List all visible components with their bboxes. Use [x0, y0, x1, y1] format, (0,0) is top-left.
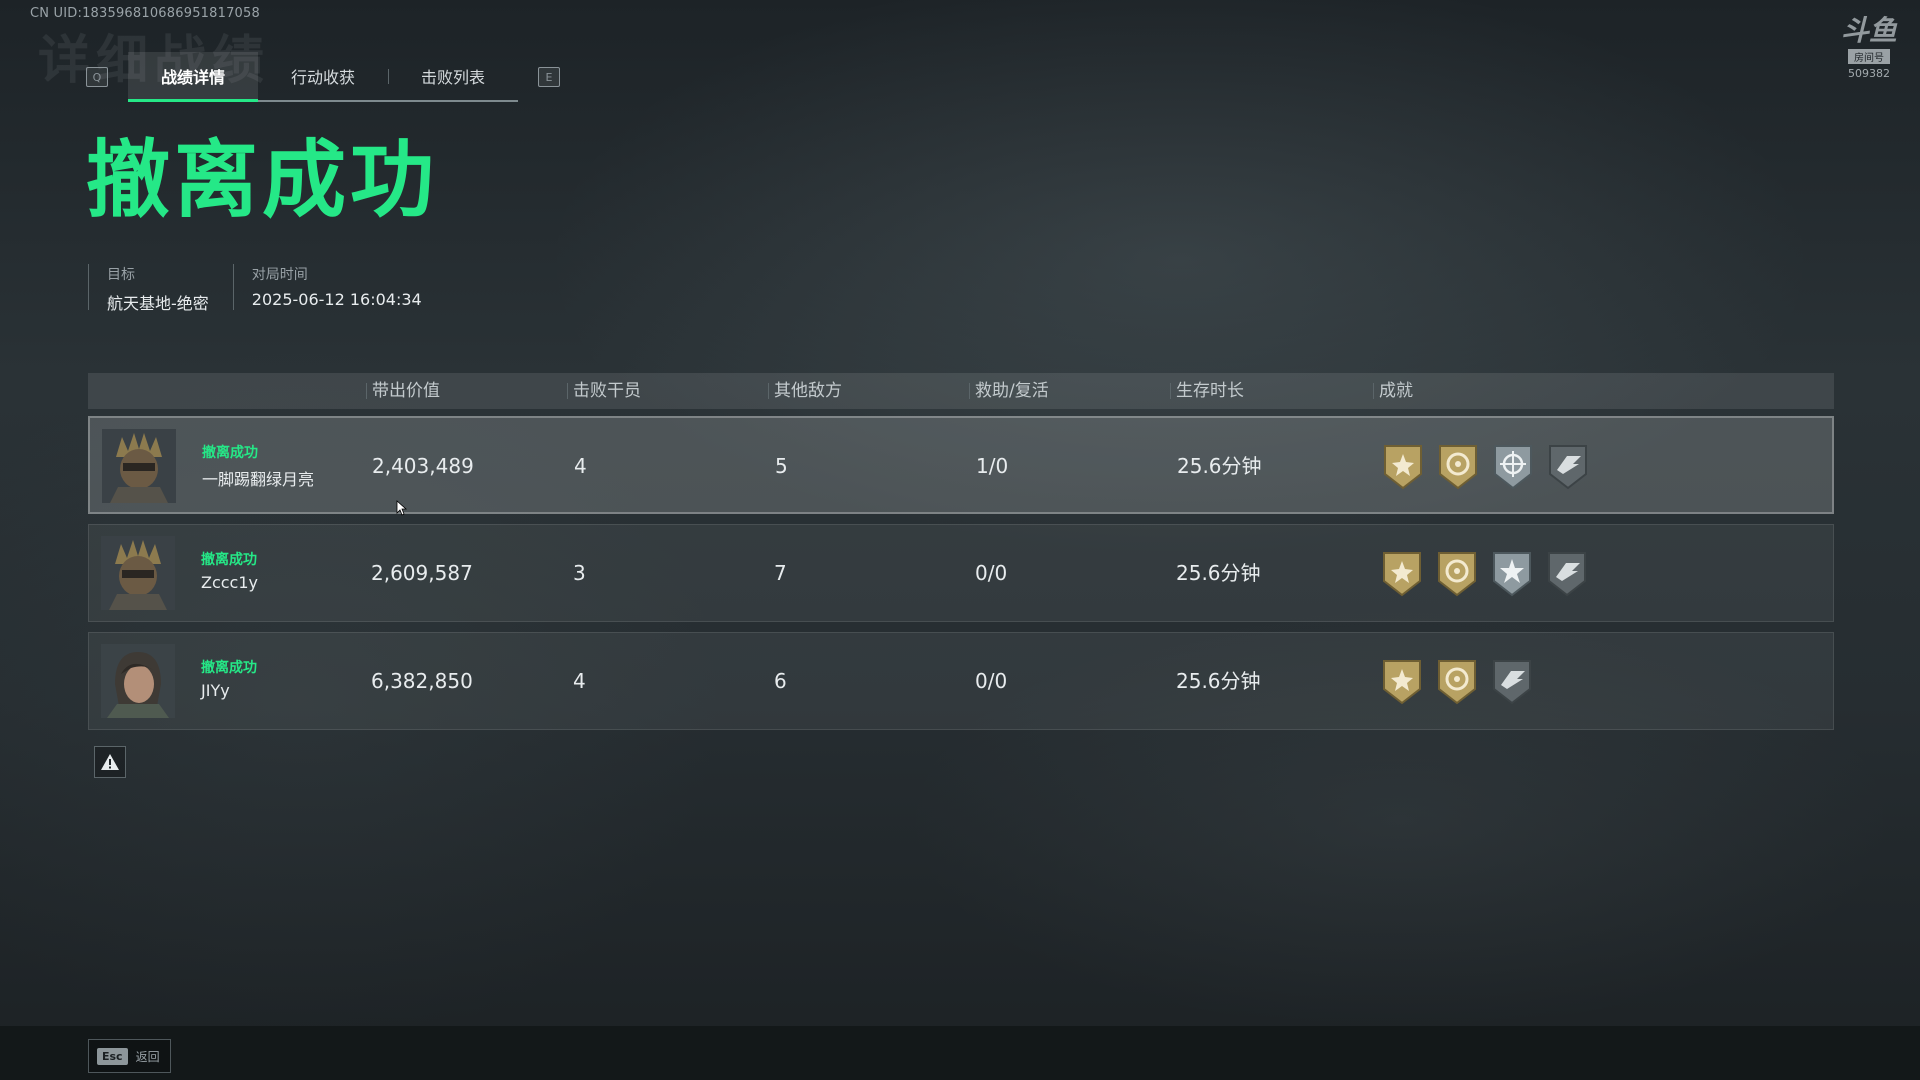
- match-meta: 目标 航天基地-绝密 对局时间 2025-06-12 16:04:34: [88, 264, 446, 313]
- extract-value: 2,403,489: [372, 454, 474, 478]
- meta-target: 目标 航天基地-绝密: [88, 264, 233, 313]
- back-label: 返回: [135, 1049, 160, 1064]
- time-label: 对局时间: [251, 267, 308, 283]
- warning-icon: [101, 754, 119, 770]
- report-warning-button[interactable]: [94, 746, 126, 778]
- operator-avatar: [102, 429, 176, 503]
- player-status: 撤离成功: [201, 552, 257, 568]
- survival-time: 25.6分钟: [1176, 561, 1261, 585]
- gray-wing-badge-icon[interactable]: [1547, 442, 1589, 490]
- tabs: 战绩详情 行动收获 击败列表: [128, 52, 518, 102]
- gold-target-badge-icon[interactable]: [1436, 549, 1478, 597]
- douyu-watermark: 斗鱼 房间号 509382: [1838, 14, 1900, 81]
- extract-value: 6,382,850: [371, 669, 473, 693]
- player-status: 撤离成功: [202, 445, 258, 461]
- gold-sun-badge-icon[interactable]: [1382, 442, 1424, 490]
- silver-crosshair-badge-icon[interactable]: [1492, 442, 1534, 490]
- bottom-bar: [0, 1026, 1920, 1080]
- back-button[interactable]: Esc 返回: [88, 1039, 171, 1073]
- tab-kill-list[interactable]: 击败列表: [388, 52, 518, 100]
- player-name: Zccc1y: [201, 573, 258, 592]
- achievement-badges: [1381, 549, 1588, 597]
- tab-battle-details[interactable]: 战绩详情: [128, 52, 258, 102]
- watermark-room-number: 509382: [1848, 67, 1890, 80]
- operator-avatar: [101, 536, 175, 610]
- time-value: 2025-06-12 16:04:34: [251, 290, 422, 309]
- target-value: 航天基地-绝密: [107, 294, 209, 313]
- survival-time: 25.6分钟: [1176, 669, 1261, 693]
- gold-target-badge-icon[interactable]: [1436, 657, 1478, 705]
- watermark-sub: 房间号: [1848, 49, 1890, 64]
- meta-time: 对局时间 2025-06-12 16:04:34: [232, 264, 446, 310]
- header-achievements: 成就: [1373, 373, 1413, 409]
- operators-defeated: 4: [574, 454, 587, 478]
- operators-defeated: 4: [573, 669, 586, 693]
- silver-star-badge-icon[interactable]: [1491, 549, 1533, 597]
- achievement-badges: [1381, 657, 1533, 705]
- watermark-logo: 斗鱼: [1840, 14, 1897, 47]
- gray-wing-badge-icon[interactable]: [1546, 549, 1588, 597]
- header-survival-time: 生存时长: [1170, 373, 1244, 409]
- esc-key: Esc: [97, 1047, 128, 1065]
- table-row[interactable]: 撤离成功 一脚踢翻绿月亮 2,403,489 4 5 1/0 25.6分钟: [88, 416, 1834, 514]
- player-status: 撤离成功: [201, 660, 257, 676]
- player-name: JIYy: [201, 681, 230, 700]
- other-enemies: 6: [774, 669, 787, 693]
- table-row[interactable]: 撤离成功 JIYy 6,382,850 4 6 0/0 25.6分钟: [88, 632, 1834, 730]
- table-row[interactable]: 撤离成功 Zccc1y 2,609,587 3 7 0/0 25.6分钟: [88, 524, 1834, 622]
- gold-target-badge-icon[interactable]: [1437, 442, 1479, 490]
- table-header: 带出价值 击败干员 其他敌方 救助/复活 生存时长 成就: [88, 373, 1834, 409]
- target-label: 目标: [107, 267, 135, 283]
- other-enemies: 7: [774, 561, 787, 585]
- survival-time: 25.6分钟: [1177, 454, 1262, 478]
- result-title: 撤离成功: [86, 131, 439, 229]
- assist-revive: 0/0: [975, 669, 1008, 693]
- assist-revive: 0/0: [975, 561, 1008, 585]
- gold-sun-badge-icon[interactable]: [1381, 549, 1423, 597]
- header-extract-value: 带出价值: [366, 373, 440, 409]
- assist-revive: 1/0: [976, 454, 1009, 478]
- prev-tab-key[interactable]: Q: [86, 67, 108, 87]
- player-name: 一脚踢翻绿月亮: [202, 470, 315, 489]
- operator-avatar: [101, 644, 175, 718]
- gray-wing-badge-icon[interactable]: [1491, 657, 1533, 705]
- header-other-enemies: 其他敌方: [768, 373, 842, 409]
- gold-sun-badge-icon[interactable]: [1381, 657, 1423, 705]
- next-tab-key[interactable]: E: [538, 67, 560, 87]
- header-assist-revive: 救助/复活: [969, 373, 1049, 409]
- mouse-cursor-icon: [396, 500, 408, 516]
- operators-defeated: 3: [573, 561, 586, 585]
- extract-value: 2,609,587: [371, 561, 473, 585]
- tab-bar: Q 战绩详情 行动收获 击败列表 E: [86, 52, 560, 102]
- achievement-badges: [1382, 442, 1589, 490]
- other-enemies: 5: [775, 454, 788, 478]
- uid-label: CN UID:1835968106869​51817058: [30, 6, 260, 21]
- header-operators-defeated: 击败干员: [567, 373, 641, 409]
- tab-action-gains[interactable]: 行动收获: [258, 52, 388, 100]
